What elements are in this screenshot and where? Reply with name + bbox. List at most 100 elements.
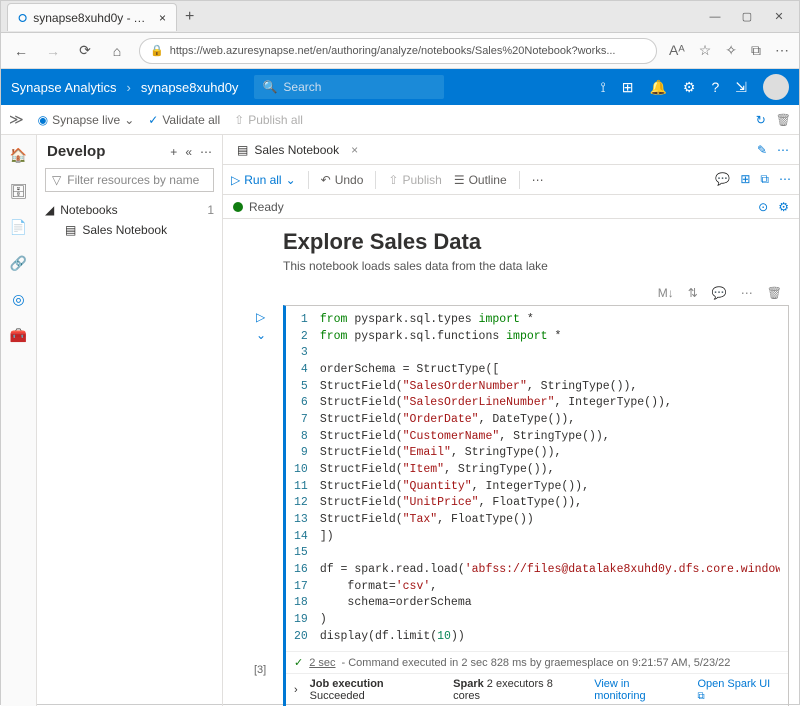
cell-delete-button[interactable]: 🗑 [766, 285, 783, 301]
nav-forward-button[interactable]: → [43, 43, 63, 59]
rail-data-icon[interactable]: 🗄 [9, 181, 29, 201]
delete-button[interactable]: 🗑 [776, 113, 791, 127]
tab-close-button[interactable]: × [351, 143, 358, 157]
synapse-live-toggle[interactable]: ◉ Synapse live ⌄ [38, 113, 135, 127]
comments-icon[interactable]: 💬 [715, 172, 730, 187]
outline-button[interactable]: ☰ Outline [454, 173, 507, 187]
open-spark-ui-link[interactable]: Open Spark UI ⧉ [697, 678, 780, 702]
run-all-button[interactable]: ▷ Run all ⌄ [231, 173, 296, 187]
switcher-icon[interactable]: ⇲ [735, 79, 747, 96]
window-maximize-button[interactable]: ▢ [733, 6, 761, 28]
publish-all-button[interactable]: ⇧ Publish all [234, 113, 303, 127]
pipeline-icon[interactable]: ⊞ [622, 79, 634, 96]
check-icon: ✓ [148, 113, 158, 127]
nav-home-button[interactable]: ⌂ [107, 43, 127, 59]
add-resource-button[interactable]: + [170, 145, 177, 159]
window-minimize-button[interactable]: — [701, 6, 729, 28]
rail-develop-icon[interactable]: 📄 [9, 217, 29, 237]
toolbar-settings-icon[interactable]: ⋯ [779, 172, 791, 187]
kernel-icon[interactable]: ⧉ [760, 172, 769, 187]
collapse-all-button[interactable]: « [185, 145, 192, 159]
search-placeholder: Search [283, 80, 321, 94]
check-icon: ✓ [294, 656, 303, 669]
target-icon[interactable]: ⊙ [758, 200, 768, 214]
refresh-button[interactable]: ↻ [756, 113, 766, 127]
breadcrumb-root[interactable]: Synapse Analytics [11, 80, 117, 95]
rail-monitor-icon[interactable]: ◎ [9, 289, 29, 309]
markdown-toggle-button[interactable]: M↓ [657, 285, 675, 301]
tab-more-icon[interactable]: ⋯ [777, 143, 789, 157]
window-close-button[interactable]: ✕ [765, 6, 793, 28]
tree-item-sales-notebook[interactable]: ▤ Sales Notebook [43, 220, 216, 240]
variables-icon[interactable]: ⊞ [740, 172, 750, 187]
favorite-icon[interactable]: ☆ [699, 42, 712, 59]
tree-item-label: Sales Notebook [82, 223, 167, 237]
read-aloud-icon[interactable]: Aᴬ [669, 42, 685, 59]
rail-home-icon[interactable]: 🏠 [9, 145, 29, 165]
run-cell-button[interactable]: ▷ [256, 310, 266, 324]
nav-back-button[interactable]: ← [11, 43, 31, 59]
validate-all-button[interactable]: ✓ Validate all [148, 113, 220, 127]
feedback-icon[interactable]: ⟟ [601, 79, 606, 96]
upload-icon: ⇧ [234, 113, 244, 127]
job-execution-row: › Job execution Succeeded Spark 2 execut… [286, 673, 788, 706]
tab-close-icon[interactable]: × [159, 11, 166, 25]
expand-job-button[interactable]: › [294, 684, 298, 696]
header-actions: ⟟ ⊞ 🔔 ⚙ ? ⇲ [601, 74, 789, 100]
global-search-input[interactable]: 🔍 Search [254, 75, 444, 99]
left-rail: 🏠 🗄 📄 🔗 ◎ 🧰 [1, 135, 37, 706]
content-area: ▤ Sales Notebook × ✎ ⋯ ▷ Run all ⌄ ↶ Und… [223, 135, 799, 706]
gear-icon[interactable]: ⚙ [778, 200, 789, 214]
tree-notebooks-group[interactable]: ◢ Notebooks 1 [43, 200, 216, 220]
new-tab-button[interactable]: + [177, 4, 202, 30]
move-cell-button[interactable]: ⇅ [687, 285, 699, 301]
tab-sales-notebook[interactable]: ▤ Sales Notebook × [229, 135, 366, 164]
notifications-icon[interactable]: 🔔 [649, 79, 666, 96]
more-actions-icon[interactable]: ⋯ [200, 145, 212, 159]
collapse-cell-button[interactable]: ⌄ [256, 328, 266, 342]
expand-panel-button[interactable]: ≫ [9, 111, 24, 128]
avatar[interactable] [763, 74, 789, 100]
filter-input[interactable]: ▽ Filter resources by name [45, 168, 214, 192]
rail-manage-icon[interactable]: 🧰 [9, 325, 29, 345]
app-header: Synapse Analytics › synapse8xuhd0y 🔍 Sea… [1, 69, 799, 105]
notebook-icon: ▤ [237, 143, 248, 157]
undo-button[interactable]: ↶ Undo [321, 173, 364, 187]
line-numbers: 1 2 3 4 5 6 7 8 9 10 11 12 13 14 15 16 1… [294, 312, 320, 645]
chevron-down-icon: ⌄ [286, 173, 296, 187]
breadcrumb-workspace[interactable]: synapse8xuhd0y [141, 80, 239, 95]
view-monitoring-link[interactable]: View in monitoring [594, 678, 683, 702]
collections-icon[interactable]: ⧉ [751, 42, 761, 59]
filter-icon: ▽ [52, 173, 61, 187]
chevron-down-icon: ⌄ [124, 113, 134, 127]
live-icon: ◉ [38, 113, 48, 127]
execution-message: - Command executed in 2 sec 828 ms by gr… [342, 657, 731, 669]
nav-refresh-button[interactable]: ⟳ [75, 42, 95, 59]
execution-duration[interactable]: 2 sec [309, 657, 335, 669]
filter-placeholder: Filter resources by name [67, 173, 199, 187]
tree-group-label: Notebooks [60, 203, 117, 217]
help-icon[interactable]: ? [711, 79, 719, 95]
favorites-bar-icon[interactable]: ✧ [725, 42, 737, 59]
more-icon[interactable]: ⋯ [775, 42, 789, 59]
edit-icon[interactable]: ✎ [757, 143, 767, 157]
settings-icon[interactable]: ⚙ [683, 79, 696, 96]
status-bar: Ready ⊙ ⚙ [223, 195, 799, 219]
breadcrumb: Synapse Analytics › synapse8xuhd0y [11, 80, 238, 95]
upload-icon: ⇧ [388, 173, 398, 187]
browser-titlebar: synapse8xuhd0y - Azure Synapse × + — ▢ ✕ [1, 1, 799, 33]
rail-integrate-icon[interactable]: 🔗 [9, 253, 29, 273]
play-icon: ▷ [231, 173, 240, 187]
cell-more-button[interactable]: ⋯ [740, 285, 754, 301]
url-input[interactable]: 🔒 https://web.azuresynapse.net/en/author… [139, 38, 657, 64]
cell-comment-button[interactable]: 💬 [711, 285, 728, 301]
cell-index: [3] [254, 664, 266, 676]
execution-status: ✓ 2 sec - Command executed in 2 sec 828 … [286, 651, 788, 673]
browser-tab[interactable]: synapse8xuhd0y - Azure Synapse × [7, 3, 177, 31]
toolbar-more-icon[interactable]: ⋯ [532, 173, 544, 187]
synapse-favicon [18, 11, 27, 25]
code-editor[interactable]: 1 2 3 4 5 6 7 8 9 10 11 12 13 14 15 16 1… [286, 306, 788, 651]
publish-button[interactable]: ⇧ Publish [388, 173, 441, 187]
cell-gutter: ▷ ⌄ [256, 310, 266, 342]
external-link-icon: ⧉ [697, 691, 704, 702]
